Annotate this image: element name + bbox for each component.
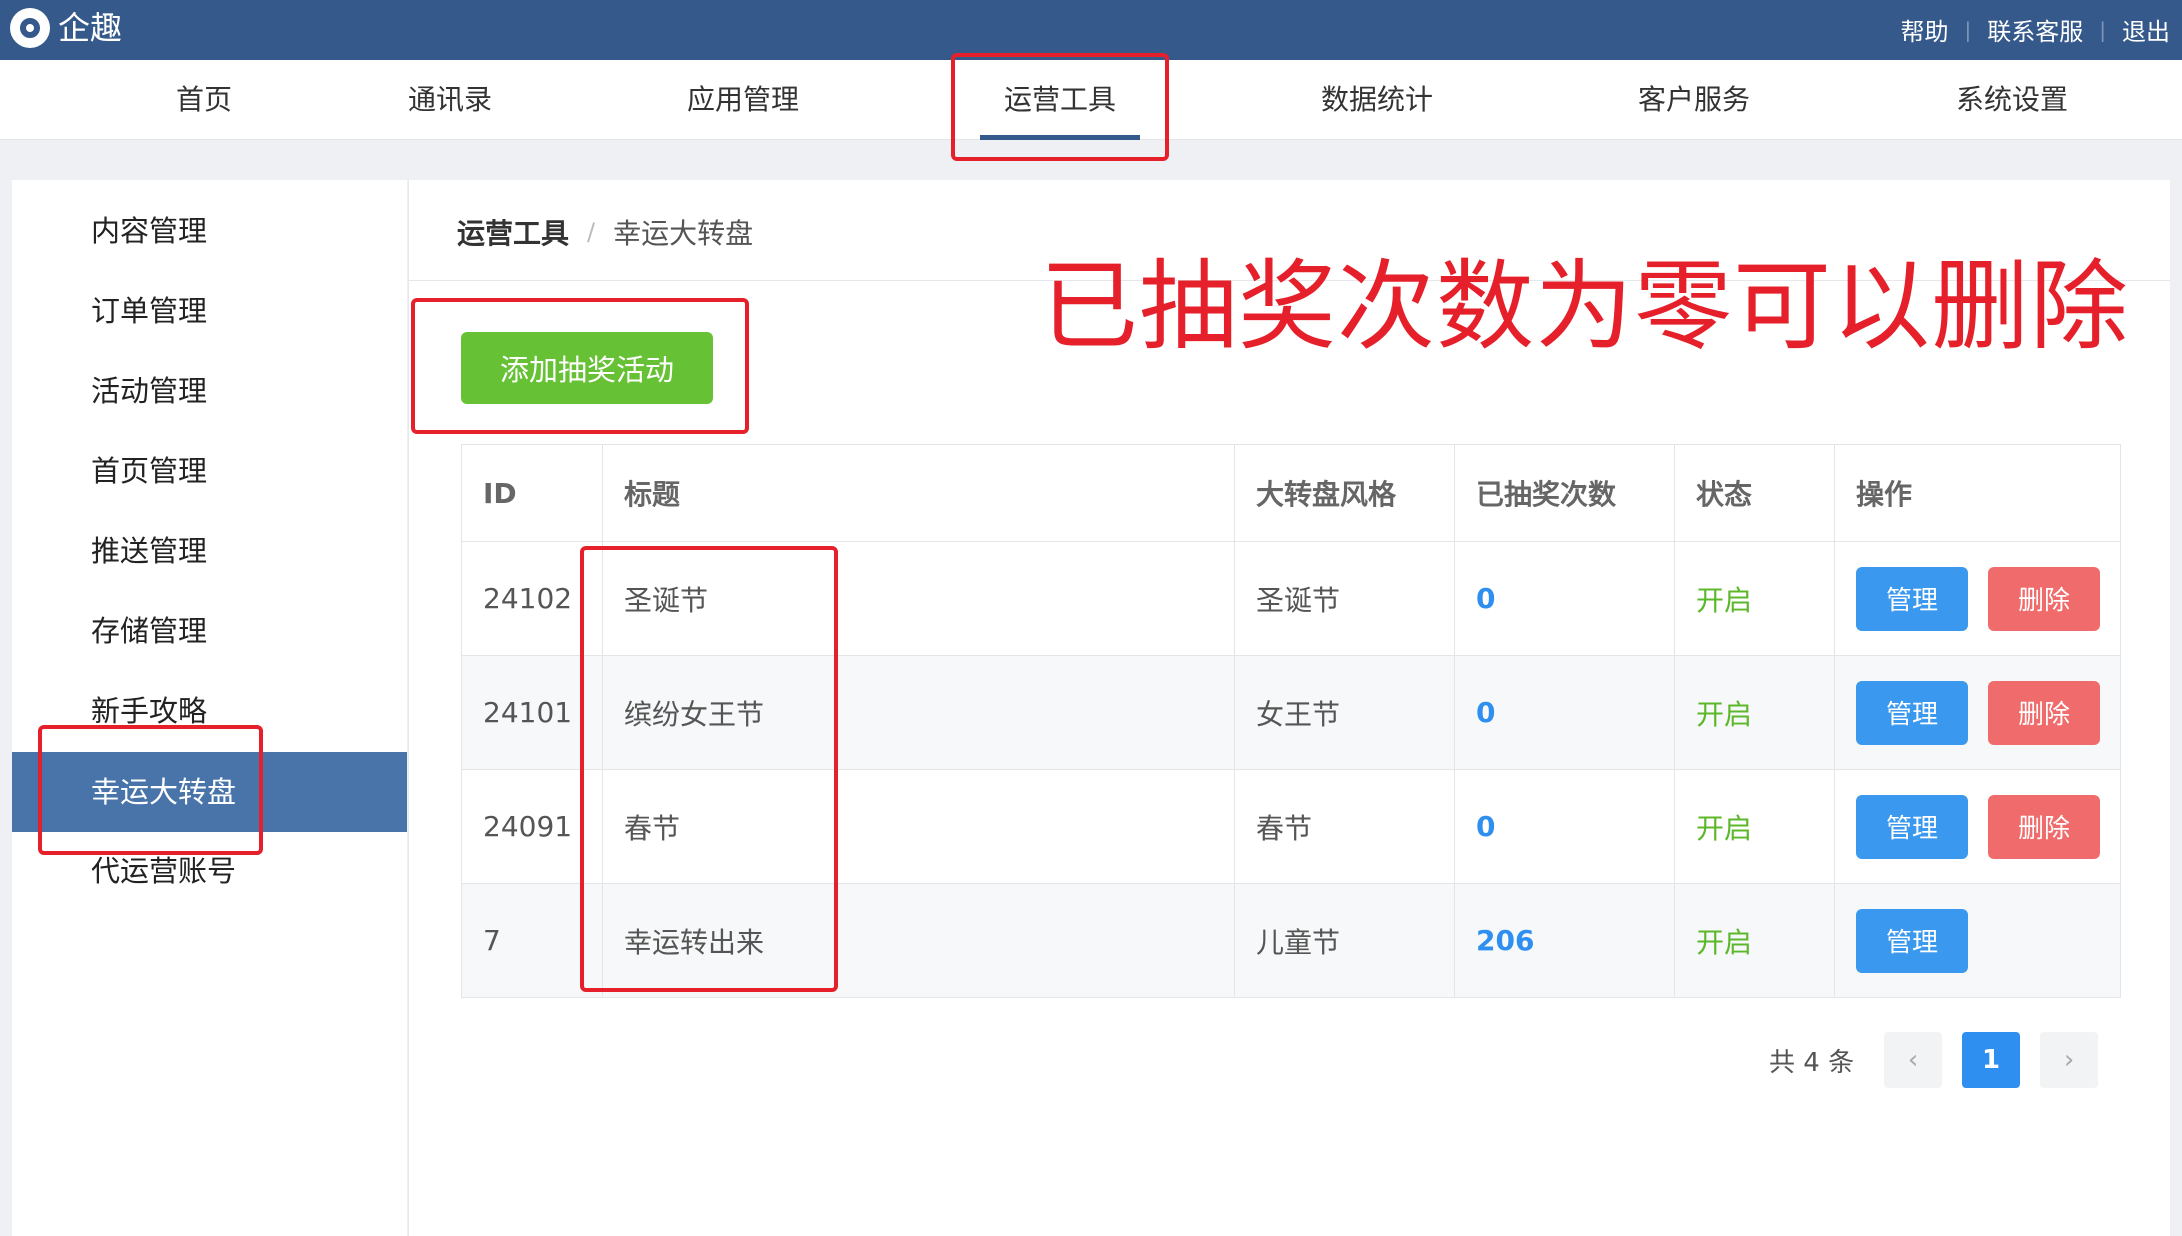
- next-page-button[interactable]: ›: [2040, 1032, 2099, 1088]
- logo-icon: [10, 8, 50, 48]
- nav-home[interactable]: 首页: [176, 60, 232, 140]
- status-value: 开启: [1696, 811, 1753, 845]
- prev-page-button[interactable]: ‹: [1884, 1032, 1943, 1088]
- annotation-text: 已抽奖次数为零可以删除: [1040, 250, 2130, 364]
- manage-button[interactable]: 管理: [1856, 566, 1968, 631]
- status-value: 开启: [1696, 583, 1753, 617]
- breadcrumb: 运营工具 / 幸运大转盘: [457, 212, 753, 252]
- breadcrumb-current: 幸运大转盘: [613, 217, 754, 250]
- delete-button[interactable]: 删除: [1988, 566, 2100, 631]
- contact-support-link[interactable]: 联系客服: [1987, 12, 2083, 47]
- nav-app-management[interactable]: 应用管理: [687, 60, 799, 140]
- row-draw-count: 206: [1454, 884, 1674, 997]
- logout-link[interactable]: 退出: [2122, 12, 2170, 47]
- row-style: 女王节: [1234, 656, 1454, 769]
- column-header-id: ID: [483, 476, 517, 510]
- nav-system-settings[interactable]: 系统设置: [1956, 60, 2068, 140]
- brand-name: 企趣: [58, 9, 123, 47]
- breadcrumb-separator: /: [587, 218, 596, 246]
- draw-count-value: 0: [1476, 810, 1496, 843]
- annotation-box-sidebar: [38, 725, 263, 855]
- row-status: 开启: [1674, 656, 1834, 769]
- draw-count-value: 206: [1476, 924, 1535, 957]
- row-draw-count: 0: [1454, 656, 1674, 769]
- breadcrumb-root[interactable]: 运营工具: [457, 212, 569, 252]
- annotation-box-add-button: [411, 298, 749, 434]
- nav-data-statistics[interactable]: 数据统计: [1321, 60, 1433, 140]
- sidebar: 内容管理 订单管理 活动管理 首页管理 推送管理 存储管理 新手攻略 幸运大转盘…: [12, 180, 407, 1236]
- row-actions: 管理 删除: [1834, 542, 2122, 655]
- delete-button[interactable]: 删除: [1988, 680, 2100, 745]
- row-status: 开启: [1674, 884, 1834, 997]
- column-header-actions: 操作: [1834, 445, 2122, 541]
- sidebar-item-content[interactable]: 内容管理: [12, 191, 407, 271]
- column-header-status: 状态: [1674, 445, 1834, 541]
- row-style: 春节: [1234, 770, 1454, 883]
- row-actions: 管理 删除: [1834, 656, 2122, 769]
- column-header-style: 大转盘风格: [1234, 445, 1454, 541]
- row-actions: 管理: [1834, 884, 2122, 997]
- table-header: ID 标题 大转盘风格 已抽奖次数 状态 操作: [462, 445, 2120, 541]
- status-value: 开启: [1696, 697, 1753, 731]
- row-draw-count: 0: [1454, 542, 1674, 655]
- divider: |: [1964, 17, 1972, 42]
- sidebar-item-homepage[interactable]: 首页管理: [12, 431, 407, 511]
- sidebar-item-activities[interactable]: 活动管理: [12, 351, 407, 431]
- row-actions: 管理 删除: [1834, 770, 2122, 883]
- annotation-box-nav: [951, 53, 1169, 161]
- column-header-title: 标题: [602, 445, 1234, 541]
- divider: |: [2099, 17, 2106, 42]
- help-link[interactable]: 帮助: [1901, 12, 1949, 47]
- nav-customer-service[interactable]: 客户服务: [1638, 60, 1750, 140]
- draw-count-value: 0: [1476, 582, 1496, 615]
- sidebar-item-orders[interactable]: 订单管理: [12, 271, 407, 351]
- manage-button[interactable]: 管理: [1856, 908, 1968, 973]
- top-bar: 企趣 帮助 | 联系客服 | 退出: [0, 0, 2182, 60]
- status-value: 开启: [1696, 925, 1753, 959]
- column-header-draw-count: 已抽奖次数: [1454, 445, 1674, 541]
- annotation-box-titles: [580, 546, 838, 992]
- manage-button[interactable]: 管理: [1856, 680, 1968, 745]
- pagination: 共 4 条 ‹ 1 ›: [1769, 1032, 2118, 1088]
- page-1-button[interactable]: 1: [1962, 1032, 2021, 1088]
- nav-contacts[interactable]: 通讯录: [408, 60, 492, 140]
- pagination-total: 共 4 条: [1769, 1047, 1855, 1078]
- row-status: 开启: [1674, 542, 1834, 655]
- delete-button[interactable]: 删除: [1988, 794, 2100, 859]
- row-draw-count: 0: [1454, 770, 1674, 883]
- sidebar-item-push[interactable]: 推送管理: [12, 511, 407, 591]
- row-status: 开启: [1674, 770, 1834, 883]
- sidebar-item-storage[interactable]: 存储管理: [12, 591, 407, 671]
- row-style: 圣诞节: [1234, 542, 1454, 655]
- brand-logo[interactable]: 企趣: [10, 8, 122, 48]
- manage-button[interactable]: 管理: [1856, 794, 1968, 859]
- row-style: 儿童节: [1234, 884, 1454, 997]
- draw-count-value: 0: [1476, 696, 1496, 729]
- top-links: 帮助 | 联系客服 | 退出: [1901, 12, 2171, 47]
